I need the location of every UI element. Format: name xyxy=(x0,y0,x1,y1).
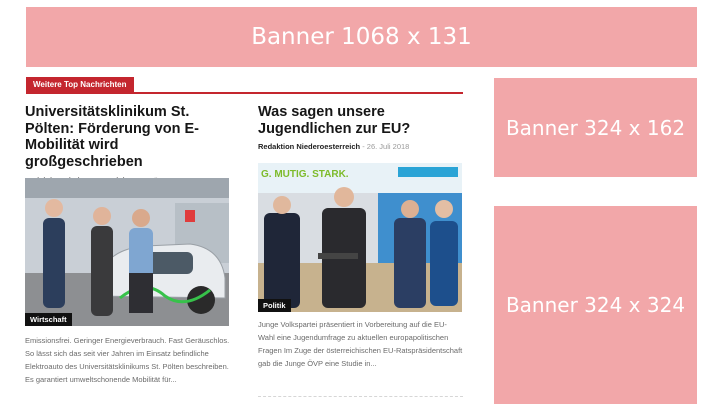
garage-photo-illustration xyxy=(25,178,229,326)
article-date: 26. Juli 2018 xyxy=(366,142,410,151)
article-excerpt: Junge Volkspartei präsentiert in Vorbere… xyxy=(258,320,463,368)
photo-slogan: G. MUTIG. STARK. xyxy=(261,169,349,180)
article-image[interactable]: Wirtschaft xyxy=(25,178,229,326)
article-title[interactable]: Was sagen unsere Jugendlichen zur EU? xyxy=(258,104,463,137)
top-banner[interactable]: Banner 1068 x 131 xyxy=(26,7,697,67)
sidebar-banner-medium-label: Banner 324 x 162 xyxy=(505,115,686,140)
category-label[interactable]: Wirtschaft xyxy=(25,313,72,326)
article-title[interactable]: Universitätsklinikum St. Pölten: Förderu… xyxy=(25,104,230,170)
sidebar-banner-square[interactable]: Banner 324 x 324 xyxy=(494,206,697,404)
article-divider xyxy=(258,396,463,397)
sidebar-banner-medium[interactable]: Banner 324 x 162 xyxy=(494,78,697,177)
section-title: Weitere Top Nachrichten xyxy=(26,77,134,92)
article-meta: Redaktion Niederoesterreich - 26. Juli 2… xyxy=(258,142,463,151)
article-card: Was sagen unsere Jugendlichen zur EU? Re… xyxy=(258,104,463,151)
article-card: Universitätsklinikum St. Pölten: Förderu… xyxy=(25,104,230,185)
article-author[interactable]: Redaktion Niederoesterreich xyxy=(258,142,360,151)
top-banner-label: Banner 1068 x 131 xyxy=(251,24,472,50)
category-label[interactable]: Politik xyxy=(258,299,291,312)
section-header: Weitere Top Nachrichten xyxy=(26,77,463,94)
article-excerpt: Emissionsfrei. Geringer Energieverbrauch… xyxy=(25,336,230,384)
press-conference-photo-illustration: G. MUTIG. STARK. xyxy=(258,163,462,312)
meta-separator: - xyxy=(360,142,367,151)
article-image[interactable]: G. MUTIG. STARK. Politik xyxy=(258,163,462,312)
sidebar-banner-square-label: Banner 324 x 324 xyxy=(505,293,686,317)
